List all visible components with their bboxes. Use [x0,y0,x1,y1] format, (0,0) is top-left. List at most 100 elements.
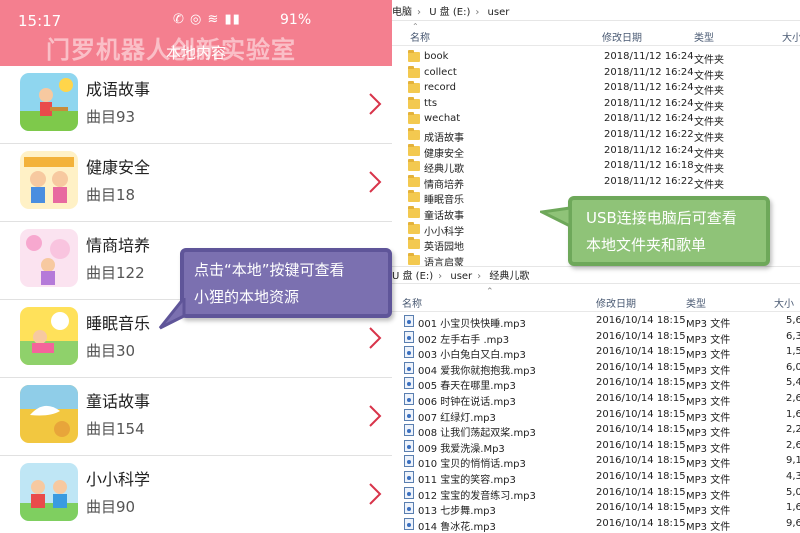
chevron-right-icon[interactable] [366,324,384,352]
file-name: 012 宝宝的发音练习.mp3 [418,490,536,502]
chevron-right-icon[interactable] [366,90,384,118]
chevron-right-icon[interactable] [366,402,384,430]
folder-name: collect [424,66,457,78]
folder-date: 2018/11/12 16:24 [604,144,694,156]
chevron-right-icon[interactable] [366,480,384,508]
mp3-file-icon [404,330,414,343]
folder-name: 情商培养 [424,179,464,191]
chevron-right-icon[interactable] [366,168,384,196]
file-row[interactable]: 007 红绿灯.mp3 2016/10/14 18:15 MP3 文件 1,6 [392,408,800,424]
folder-date: 2018/11/12 16:22 [604,129,694,140]
header-type[interactable]: 类型 [686,295,706,310]
file-row[interactable]: 012 宝宝的发音练习.mp3 2016/10/14 18:15 MP3 文件 5,0 [392,486,800,502]
callout-usb-connection: USB连接电脑后可查看 本地文件夹和歌单 [568,196,770,266]
column-header-top: 名称 修改日期 类型 大小 [392,24,800,46]
file-name: 005 春天在哪里.mp3 [418,381,516,393]
folder-row[interactable]: 成语故事 2018/11/12 16:22 文件夹 [392,128,800,144]
file-size: 1,6 [786,408,800,420]
mp3-file-icon [404,471,414,483]
mp3-file-icon [404,346,414,359]
item-title: 情商培养 [86,236,151,255]
item-title: 成语故事 [86,80,151,99]
file-row[interactable]: 011 宝宝的笑容.mp3 2016/10/14 18:15 MP3 文件 4,3 [392,470,800,486]
breadcrumb-item[interactable]: U 盘 (E:) [392,271,433,282]
folder-row[interactable]: 经典儿歌 2018/11/12 16:18 文件夹 [392,159,800,175]
folder-icon [408,128,420,140]
folder-icon [408,112,420,125]
file-row[interactable]: 013 七步舞.mp3 2016/10/14 18:15 MP3 文件 1,6 [392,501,800,517]
item-count: 曲目90 [86,498,136,516]
mp3-file-icon [404,393,414,405]
file-row[interactable]: 006 时钟在说话.mp3 2016/10/14 18:15 MP3 文件 2,6 [392,392,800,408]
folder-type: 文件夹 [694,86,724,98]
folder-row[interactable]: 情商培养 2018/11/12 16:22 文件夹 [392,174,800,191]
file-size: 5,4 [786,377,800,389]
file-explorer: 电脑 › U 盘 (E:) › user ⌃ 名称 修改日期 类型 大小 book 2… [392,0,800,533]
list-item-tonghua[interactable]: 童话故事 曲目154 [0,378,392,456]
header-type[interactable]: 类型 [694,29,714,44]
list-item-jiankang[interactable]: 健康安全 曲目18 [0,144,392,222]
file-size: 9,6 [786,517,800,529]
item-title: 健康安全 [86,158,151,177]
file-type: MP3 文件 [686,506,731,518]
breadcrumb-item[interactable]: user [450,271,472,282]
file-row[interactable]: 002 左手右手 .mp3 2016/10/14 18:15 MP3 文件 6,3 [392,330,800,346]
breadcrumb-item[interactable]: 电脑 [392,7,412,18]
thumbnail-chengyu [20,73,78,131]
header-date[interactable]: 修改日期 [596,295,636,310]
file-type: MP3 文件 [686,365,731,377]
file-row[interactable]: 004 爱我你就抱抱我.mp3 2016/10/14 18:15 MP3 文件 6,0 [392,361,800,377]
file-date: 2016/10/14 18:15 [596,439,686,451]
file-date: 2016/10/14 18:15 [596,517,686,529]
file-row[interactable]: 008 让我们荡起双桨.mp3 2016/10/14 18:15 MP3 文件 2,2 [392,423,800,439]
list-item-chengyu[interactable]: 成语故事 曲目93 [0,66,392,144]
folder-row[interactable]: collect 2018/11/12 16:24 文件夹 [392,65,800,82]
folder-row[interactable]: wechat 2018/11/12 16:24 文件夹 [392,112,800,128]
file-date: 2016/10/14 18:15 [596,502,686,514]
file-row[interactable]: 003 小白兔白又白.mp3 2016/10/14 18:15 MP3 文件 1,5 [392,345,800,361]
thumbnail-shuimian [20,307,78,365]
header-date[interactable]: 修改日期 [602,29,642,44]
folder-icon [408,190,420,203]
folder-row[interactable]: record 2018/11/12 16:24 文件夹 [392,81,800,97]
file-size: 6,3 [786,330,800,342]
header-name[interactable]: 名称 [410,29,430,44]
file-size: 2,6 [786,439,800,451]
breadcrumb-item[interactable]: U 盘 (E:) [429,7,470,18]
file-size: 2,6 [786,393,800,404]
file-row[interactable]: 005 春天在哪里.mp3 2016/10/14 18:15 MP3 文件 5,4 [392,376,800,392]
file-row[interactable]: 001 小宝贝快快睡.mp3 2016/10/14 18:15 MP3 文件 5,6 [392,314,800,330]
folder-row[interactable]: tts 2018/11/12 16:24 文件夹 [392,96,800,113]
file-name: 003 小白兔白又白.mp3 [418,350,526,362]
thumbnail-kexue [20,463,78,521]
file-type: MP3 文件 [686,475,731,486]
file-row[interactable]: 009 我爱洗澡.Mp3 2016/10/14 18:15 MP3 文件 2,6 [392,439,800,455]
file-type: MP3 文件 [686,521,731,533]
file-date: 2016/10/14 18:15 [596,315,686,326]
folder-date: 2018/11/12 16:24 [604,51,694,62]
file-name: 009 我爱洗澡.Mp3 [418,443,505,455]
file-date: 2016/10/14 18:15 [596,455,686,467]
status-icons: ✆ ◎ ≋ ▮▮ [173,12,241,27]
list-item-xiaoxiao-kexue[interactable]: 小小科学 曲目90 [0,456,392,533]
folder-date: 2018/11/12 16:24 [604,66,694,78]
screenshot-composite: 15:17 ✆ ◎ ≋ ▮▮ 91% 门罗机器人创新实验室 本地内容 成语故事 … [0,0,800,533]
breadcrumb-item[interactable]: user [488,7,510,18]
kexue-illustration [20,463,78,521]
breadcrumb-item[interactable]: 经典儿歌 [489,271,529,282]
file-row[interactable]: 014 鲁冰花.mp3 2016/10/14 18:15 MP3 文件 9,6 [392,517,800,533]
item-title: 睡眠音乐 [86,314,151,333]
header-name[interactable]: 名称 [402,295,422,310]
file-name: 011 宝宝的笑容.mp3 [418,475,516,486]
file-row[interactable]: 010 宝贝的悄悄话.mp3 2016/10/14 18:15 MP3 文件 9,1 [392,454,800,470]
header-size[interactable]: 大小 [774,295,794,310]
folder-row[interactable]: book 2018/11/12 16:24 文件夹 [392,50,800,66]
battery-level: 91% [280,12,312,28]
folder-row[interactable]: 健康安全 2018/11/12 16:24 文件夹 [392,143,800,160]
file-size: 4,3 [786,471,800,482]
file-name: 002 左手右手 .mp3 [418,334,510,346]
header-size[interactable]: 大小 [782,29,800,44]
file-size: 5,6 [786,315,800,326]
callout-line: 小狸的本地资源 [194,288,300,306]
callout-pointer [158,298,186,330]
